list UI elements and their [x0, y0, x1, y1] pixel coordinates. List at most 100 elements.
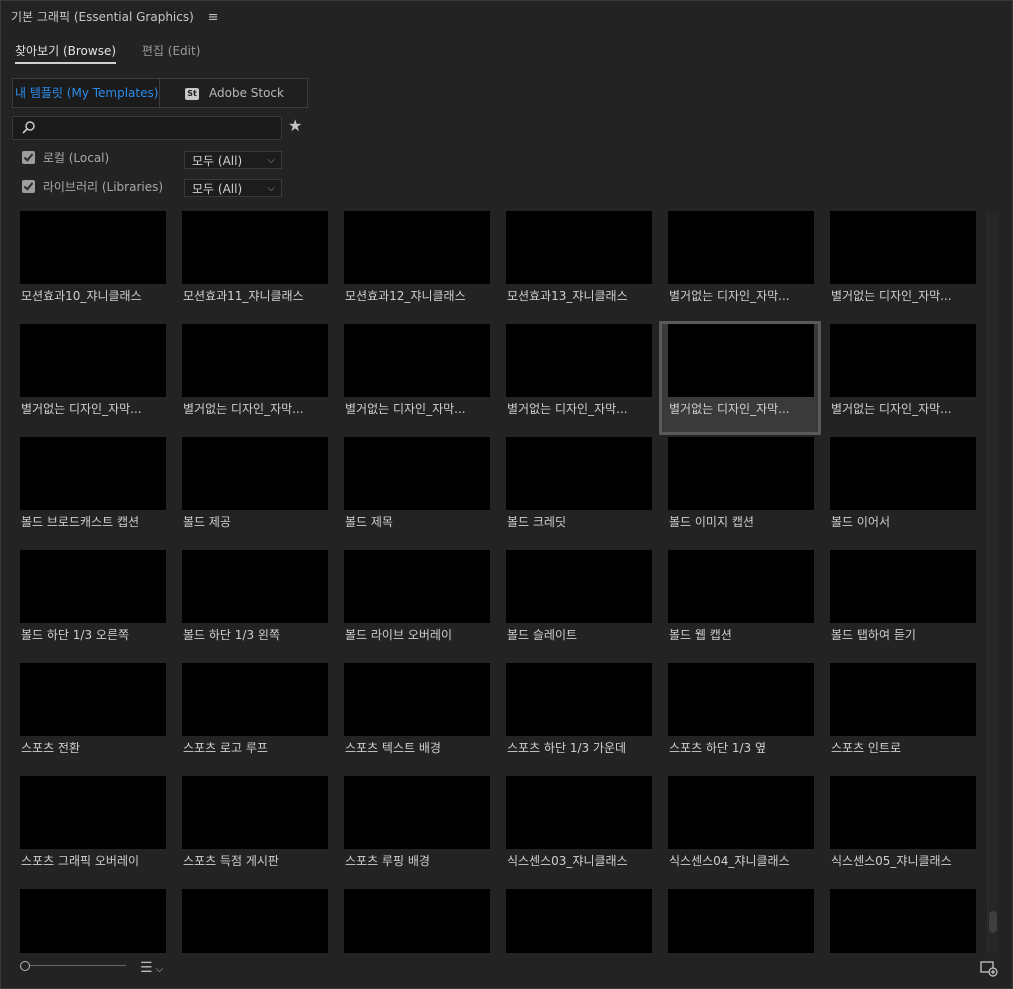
template-tile[interactable]: 스포츠 로고 루프: [176, 663, 332, 771]
local-dropdown-value: 모두 (All): [192, 154, 243, 168]
template-tile[interactable]: 볼드 웹 캡션: [662, 550, 818, 658]
template-label: 볼드 제목: [345, 515, 393, 529]
template-thumbnail: [182, 550, 328, 623]
template-label: 별거없는 디자인_자막...: [507, 402, 628, 416]
template-tile[interactable]: 스포츠 그래픽 오버레이: [14, 776, 170, 884]
tab-edit[interactable]: 편집 (Edit): [142, 42, 201, 62]
tab-browse[interactable]: 찾아보기 (Browse): [15, 42, 117, 64]
template-label: 별거없는 디자인_자막...: [831, 289, 952, 303]
template-tile[interactable]: 스포츠 하단 1/3 가운데: [500, 663, 656, 771]
hamburger-icon[interactable]: ≡: [208, 10, 219, 25]
template-tile[interactable]: [14, 889, 170, 953]
template-tile[interactable]: 식스센스03_쟈니클래스: [500, 776, 656, 884]
template-tile[interactable]: 모션효과12_쟈니클래스: [338, 211, 494, 319]
template-thumbnail: [668, 211, 814, 284]
template-thumbnail: [182, 211, 328, 284]
template-thumbnail: [182, 437, 328, 510]
template-thumbnail: [668, 550, 814, 623]
adobe-stock-label: Adobe Stock: [209, 86, 284, 100]
template-thumbnail: [20, 211, 166, 284]
template-label: 별거없는 디자인_자막...: [669, 402, 790, 416]
scrollbar[interactable]: [987, 211, 998, 953]
my-templates-button[interactable]: 내 템플릿 (My Templates): [13, 79, 160, 107]
slider-knob[interactable]: [20, 961, 30, 971]
template-thumbnail: [830, 324, 976, 397]
filter-local: 로컬 (Local): [22, 149, 109, 171]
template-tile[interactable]: 스포츠 하단 1/3 옆: [662, 663, 818, 771]
scrollbar-thumb[interactable]: [989, 911, 997, 933]
tab-bar: 찾아보기 (Browse) 편집 (Edit): [15, 42, 222, 64]
template-thumbnail: [344, 889, 490, 953]
template-tile[interactable]: 별거없는 디자인_자막...: [338, 324, 494, 432]
template-thumbnail: [506, 663, 652, 736]
template-tile[interactable]: 별거없는 디자인_자막...: [14, 324, 170, 432]
template-tile[interactable]: 식스센스05_쟈니클래스: [824, 776, 980, 884]
template-tile[interactable]: 볼드 크레딧: [500, 437, 656, 545]
template-tile[interactable]: 볼드 브로드캐스트 캡션: [14, 437, 170, 545]
template-tile[interactable]: 별거없는 디자인_자막...: [662, 211, 818, 319]
search-input[interactable]: [43, 119, 277, 137]
template-thumbnail: [344, 211, 490, 284]
template-thumbnail: [668, 324, 814, 397]
template-tile[interactable]: 스포츠 텍스트 배경: [338, 663, 494, 771]
template-label: 스포츠 인트로: [831, 741, 902, 755]
template-tile[interactable]: 볼드 탭하여 듣기: [824, 550, 980, 658]
template-tile[interactable]: 볼드 하단 1/3 오른쪽: [14, 550, 170, 658]
template-tile[interactable]: 볼드 라이브 오버레이: [338, 550, 494, 658]
template-tile[interactable]: [338, 889, 494, 953]
template-tile[interactable]: 별거없는 디자인_자막...: [824, 324, 980, 432]
template-tile[interactable]: 별거없는 디자인_자막...: [824, 211, 980, 319]
template-tile[interactable]: 볼드 제공: [176, 437, 332, 545]
template-tile[interactable]: 별거없는 디자인_자막...: [500, 324, 656, 432]
template-tile[interactable]: 식스센스04_쟈니클래스: [662, 776, 818, 884]
sort-menu-button[interactable]: ☰ ⌵: [140, 960, 163, 976]
template-tile[interactable]: [662, 889, 818, 953]
template-tile[interactable]: 모션효과11_쟈니클래스: [176, 211, 332, 319]
adobe-stock-button[interactable]: St Adobe Stock: [160, 79, 307, 107]
template-tile[interactable]: 볼드 이미지 캡션: [662, 437, 818, 545]
libraries-dropdown[interactable]: 모두 (All) ⌵: [184, 179, 282, 197]
template-label: 볼드 하단 1/3 왼쪽: [183, 628, 280, 642]
template-tile[interactable]: 볼드 슬레이트: [500, 550, 656, 658]
filter-local-label: 로컬 (Local): [42, 151, 110, 165]
template-thumbnail: [344, 663, 490, 736]
template-thumbnail: [182, 324, 328, 397]
panel-title-text: 기본 그래픽 (Essential Graphics): [11, 10, 194, 24]
star-icon[interactable]: ★: [288, 116, 302, 135]
checkbox-libraries[interactable]: [22, 180, 35, 193]
list-icon: ☰: [140, 960, 153, 976]
template-thumbnail: [506, 776, 652, 849]
checkbox-local[interactable]: [22, 151, 35, 164]
template-thumbnail: [20, 550, 166, 623]
template-thumbnail: [20, 889, 166, 953]
template-tile[interactable]: [176, 889, 332, 953]
template-tile[interactable]: [824, 889, 980, 953]
template-tile[interactable]: 스포츠 루핑 배경: [338, 776, 494, 884]
template-tile[interactable]: 볼드 이어서: [824, 437, 980, 545]
local-dropdown[interactable]: 모두 (All) ⌵: [184, 151, 282, 169]
template-label: 별거없는 디자인_자막...: [669, 289, 790, 303]
template-label: 스포츠 전환: [21, 741, 81, 755]
template-label: 모션효과13_쟈니클래스: [507, 289, 628, 303]
template-thumbnail: [830, 550, 976, 623]
template-thumbnail: [344, 324, 490, 397]
template-label: 스포츠 루핑 배경: [345, 854, 430, 868]
template-tile[interactable]: 모션효과10_쟈니클래스: [14, 211, 170, 319]
template-tile[interactable]: 스포츠 득점 게시판: [176, 776, 332, 884]
template-label: 스포츠 그래픽 오버레이: [21, 854, 140, 868]
template-thumbnail: [506, 437, 652, 510]
template-thumbnail: [668, 889, 814, 953]
template-tile[interactable]: [500, 889, 656, 953]
template-tile[interactable]: 별거없는 디자인_자막...: [659, 321, 821, 435]
new-item-button[interactable]: [980, 961, 998, 980]
template-thumbnail: [668, 663, 814, 736]
template-tile[interactable]: 별거없는 디자인_자막...: [176, 324, 332, 432]
template-tile[interactable]: 모션효과13_쟈니클래스: [500, 211, 656, 319]
template-tile[interactable]: 스포츠 전환: [14, 663, 170, 771]
template-tile[interactable]: 스포츠 인트로: [824, 663, 980, 771]
template-tile[interactable]: 볼드 하단 1/3 왼쪽: [176, 550, 332, 658]
template-tile[interactable]: 볼드 제목: [338, 437, 494, 545]
template-thumbnail: [506, 324, 652, 397]
template-label: 식스센스05_쟈니클래스: [831, 854, 952, 868]
thumbnail-size-slider[interactable]: [16, 960, 128, 972]
